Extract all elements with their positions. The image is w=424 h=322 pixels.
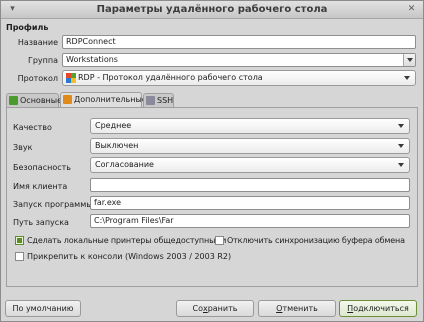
client-name-label: Имя клиента bbox=[13, 182, 68, 191]
quality-label: Качество bbox=[13, 123, 52, 132]
name-field[interactable]: RDPConnect bbox=[62, 35, 416, 49]
group-value: Workstations bbox=[66, 55, 118, 64]
cancel-button[interactable]: Отменить bbox=[258, 300, 336, 317]
profile-section-title: Профиль bbox=[6, 23, 49, 32]
chevron-down-icon bbox=[404, 76, 410, 80]
default-button[interactable]: По умолчанию bbox=[5, 300, 81, 317]
save-button[interactable]: Сохранить bbox=[176, 300, 254, 317]
protocol-label: Протокол bbox=[17, 74, 58, 83]
disable-clipboard-checkbox[interactable] bbox=[215, 236, 224, 245]
remote-desktop-settings-dialog: Параметры удалённого рабочего стола ▾ ✕ … bbox=[0, 0, 424, 322]
client-name-field[interactable] bbox=[90, 178, 410, 192]
security-combo[interactable]: Согласование bbox=[90, 157, 410, 173]
save-label-start: Со bbox=[192, 304, 203, 313]
security-label: Безопасность bbox=[13, 163, 71, 172]
title-bar[interactable]: Параметры удалённого рабочего стола ▾ ✕ bbox=[1, 1, 423, 19]
connect-button[interactable]: Подключиться bbox=[339, 300, 417, 317]
sound-combo[interactable]: Выключен bbox=[90, 138, 410, 154]
disable-clipboard-label: Отключить синхронизацию буфера обмена bbox=[227, 236, 405, 245]
sound-label: Звук bbox=[13, 143, 33, 152]
chevron-down-icon bbox=[407, 58, 413, 62]
startup-program-field[interactable]: far.exe bbox=[90, 196, 410, 210]
connect-label-end: одключиться bbox=[353, 304, 409, 313]
protocol-value: RDP - Протокол удалённого рабочего стола bbox=[78, 73, 263, 82]
startup-program-label: Запуск программы bbox=[13, 200, 93, 209]
tab-ssh[interactable]: SSH bbox=[143, 93, 174, 107]
group-combo[interactable]: Workstations bbox=[62, 53, 416, 67]
group-label: Группа bbox=[27, 56, 58, 65]
attach-console-label: Прикрепить к консоли (Windows 2003 / 200… bbox=[27, 252, 232, 261]
startup-path-label: Путь запуска bbox=[13, 218, 69, 227]
quality-value: Среднее bbox=[95, 121, 132, 130]
quality-combo[interactable]: Среднее bbox=[90, 118, 410, 134]
name-label: Название bbox=[17, 38, 58, 47]
close-icon[interactable]: ✕ bbox=[405, 3, 418, 16]
orange-tab-icon bbox=[63, 95, 72, 104]
save-label-end: ранить bbox=[207, 304, 238, 313]
tab-advanced[interactable]: Дополнительные bbox=[60, 92, 147, 107]
window-title: Параметры удалённого рабочего стола bbox=[96, 4, 328, 15]
chevron-down-icon bbox=[398, 144, 404, 148]
cancel-label-end: тменить bbox=[282, 304, 318, 313]
chevron-down-icon bbox=[398, 163, 404, 167]
window-menu-icon[interactable]: ▾ bbox=[6, 3, 19, 16]
attach-console-checkbox[interactable] bbox=[15, 252, 24, 261]
default-button-label: По умолчанию bbox=[12, 304, 74, 313]
protocol-combo[interactable]: RDP - Протокол удалённого рабочего стола bbox=[62, 70, 416, 86]
security-value: Согласование bbox=[95, 160, 154, 169]
group-dropdown-button[interactable] bbox=[403, 54, 415, 66]
share-printers-label: Сделать локальные принтеры общедоступным… bbox=[27, 236, 227, 245]
green-tab-icon bbox=[9, 96, 18, 105]
tab-ssh-label: SSH bbox=[157, 96, 174, 105]
tab-advanced-label: Дополнительные bbox=[74, 95, 147, 104]
startup-path-field[interactable]: C:\Program Files\Far bbox=[90, 214, 410, 228]
chevron-down-icon bbox=[398, 124, 404, 128]
rdp-protocol-icon bbox=[66, 73, 76, 83]
tab-basic-label: Основные bbox=[20, 96, 63, 105]
ssh-grid-icon bbox=[146, 96, 155, 105]
sound-value: Выключен bbox=[95, 141, 139, 150]
share-printers-checkbox[interactable] bbox=[15, 236, 24, 245]
tab-basic[interactable]: Основные bbox=[6, 93, 63, 107]
